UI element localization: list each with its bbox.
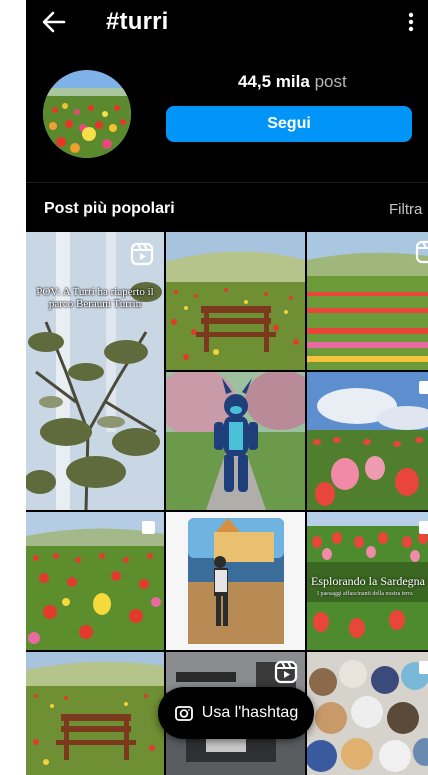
page-title: #turri xyxy=(106,8,169,35)
post-tile[interactable] xyxy=(26,512,164,650)
camera-icon xyxy=(174,706,193,721)
hashtag-avatar xyxy=(43,70,131,158)
hashtag-page: #turri 44,5 mila post Segui Post più pop… xyxy=(26,0,428,775)
post-tile[interactable] xyxy=(26,652,164,775)
post-tile[interactable]: Esplorando la Sardegna I paesaggi affasc… xyxy=(307,512,428,650)
post-subcaption: I paesaggi affascinanti della nostra ter… xyxy=(317,591,413,597)
post-count-value: 44,5 mila xyxy=(238,72,310,91)
carousel-icon xyxy=(419,381,428,394)
carousel-icon xyxy=(419,661,428,674)
post-tile[interactable] xyxy=(307,652,428,775)
post-tile[interactable] xyxy=(166,372,305,510)
reel-icon xyxy=(274,660,298,684)
use-hashtag-button[interactable]: Usa l'hashtag xyxy=(158,687,314,739)
follow-button[interactable]: Segui xyxy=(166,106,412,142)
post-tile[interactable] xyxy=(307,232,428,370)
divider xyxy=(26,182,428,183)
reel-icon xyxy=(130,242,154,266)
carousel-icon xyxy=(419,521,428,534)
carousel-icon xyxy=(142,521,155,534)
post-caption: POV: A Turri ha riaperto il parco Beraun… xyxy=(36,286,154,310)
post-tile[interactable] xyxy=(166,512,305,650)
filter-button[interactable]: Filtra xyxy=(389,201,422,218)
post-count-label: post xyxy=(314,72,347,91)
post-caption: Esplorando la Sardegna xyxy=(311,574,425,588)
post-tile[interactable]: POV: A Turri ha riaperto il parco Beraun… xyxy=(26,232,164,510)
arrow-left-icon[interactable] xyxy=(40,8,68,36)
post-tile[interactable] xyxy=(166,232,305,370)
top-bar: #turri xyxy=(26,0,428,44)
section-title: Post più popolari xyxy=(44,200,175,217)
post-tile[interactable] xyxy=(307,372,428,510)
more-vertical-icon[interactable] xyxy=(406,10,416,34)
use-hashtag-label: Usa l'hashtag xyxy=(201,704,299,721)
post-count: 44,5 mila post xyxy=(238,72,347,92)
reel-icon xyxy=(415,240,428,264)
